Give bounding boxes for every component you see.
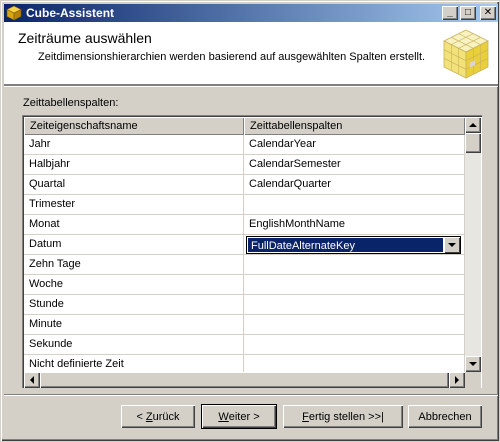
property-name-cell[interactable]: Trimester	[24, 195, 244, 215]
horizontal-scrollbar[interactable]	[24, 372, 465, 388]
table-column-cell[interactable]	[244, 355, 465, 372]
time-columns-grid[interactable]: Zeiteigenschaftsname Zeittabellenspalten…	[22, 115, 482, 388]
arrow-up-icon	[469, 122, 477, 127]
dropdown-selected-value: FullDateAlternateKey	[248, 238, 443, 252]
table-row[interactable]: Sekunde	[24, 335, 465, 355]
table-column-cell[interactable]: FullDateAlternateKey	[244, 235, 465, 255]
table-row[interactable]: Nicht definierte Zeit	[24, 355, 465, 372]
cube-icon	[6, 5, 22, 21]
scroll-left-button[interactable]	[24, 372, 40, 388]
table-column-cell[interactable]	[244, 275, 465, 295]
table-column-cell[interactable]	[244, 315, 465, 335]
property-name-cell[interactable]: Monat	[24, 215, 244, 235]
property-name-cell[interactable]: Halbjahr	[24, 155, 244, 175]
arrow-right-icon	[454, 376, 459, 384]
close-button[interactable]: ✕	[480, 6, 496, 20]
table-column-cell[interactable]: CalendarSemester	[244, 155, 465, 175]
maximize-button[interactable]: □	[460, 6, 476, 20]
wizard-header: Zeiträume auswählen Zeitdimensionshierar…	[4, 22, 498, 85]
cube-grid-icon	[443, 29, 489, 79]
dropdown-button[interactable]	[444, 237, 460, 253]
finish-button-accel: F	[302, 410, 309, 423]
property-name-cell[interactable]: Datum	[24, 235, 244, 255]
table-column-cell[interactable]: EnglishMonthName	[244, 215, 465, 235]
next-button-label: eiter >	[228, 410, 260, 423]
table-column-cell[interactable]: CalendarYear	[244, 135, 465, 155]
grid-body: Zeiteigenschaftsname Zeittabellenspalten…	[24, 117, 465, 372]
back-button-accel: Z	[145, 410, 153, 423]
table-row[interactable]: Quartal CalendarQuarter	[24, 175, 465, 195]
title-bar[interactable]: Cube-Assistent _ □ ✕	[4, 4, 498, 22]
page-title: Zeiträume auswählen	[18, 30, 152, 46]
grid-label: Zeittabellenspalten:	[23, 97, 119, 109]
header-separator	[4, 85, 498, 87]
window-title: Cube-Assistent	[26, 6, 115, 20]
footer-separator	[4, 394, 498, 396]
table-row[interactable]: Stunde	[24, 295, 465, 315]
page-subtitle: Zeitdimensionshierarchien werden basiere…	[38, 51, 426, 63]
column-header-property-name[interactable]: Zeiteigenschaftsname	[24, 117, 244, 135]
table-row[interactable]: Jahr CalendarYear	[24, 135, 465, 155]
table-column-cell[interactable]	[244, 335, 465, 355]
wizard-window: Cube-Assistent _ □ ✕ Zeiträume auswählen…	[0, 0, 500, 442]
table-row[interactable]: Woche	[24, 275, 465, 295]
table-row[interactable]: Zehn Tage	[24, 255, 465, 275]
scrollbar-corner	[465, 372, 481, 388]
arrow-down-icon	[469, 361, 477, 366]
chevron-down-icon	[448, 242, 456, 247]
close-icon: ✕	[483, 7, 493, 18]
scroll-up-button[interactable]	[465, 117, 481, 133]
property-name-cell[interactable]: Jahr	[24, 135, 244, 155]
grid-header: Zeiteigenschaftsname Zeittabellenspalten	[24, 117, 465, 135]
minimize-icon: _	[447, 7, 453, 18]
back-button[interactable]: < Zurück	[121, 405, 195, 428]
scroll-down-button[interactable]	[465, 356, 481, 372]
next-button-accel: W	[218, 410, 229, 423]
property-name-cell[interactable]: Minute	[24, 315, 244, 335]
arrow-left-icon	[29, 376, 34, 384]
next-button[interactable]: Weiter >	[202, 405, 276, 428]
property-name-cell[interactable]: Nicht definierte Zeit	[24, 355, 244, 372]
property-name-cell[interactable]: Zehn Tage	[24, 255, 244, 275]
table-row[interactable]: Trimester	[24, 195, 465, 215]
vertical-scrollbar[interactable]	[465, 117, 481, 372]
property-name-cell[interactable]: Sekunde	[24, 335, 244, 355]
finish-button-label: ertig stellen >>|	[308, 410, 384, 423]
back-button-prefix: <	[136, 410, 146, 423]
table-column-cell[interactable]	[244, 195, 465, 215]
scroll-right-button[interactable]	[449, 372, 465, 388]
property-name-cell[interactable]: Stunde	[24, 295, 244, 315]
table-row[interactable]: Datum FullDateAlternateKey	[24, 235, 465, 255]
vertical-scroll-thumb[interactable]	[465, 133, 481, 153]
finish-button[interactable]: Fertig stellen >>|	[283, 405, 403, 428]
table-column-dropdown[interactable]: FullDateAlternateKey	[246, 236, 461, 254]
minimize-button[interactable]: _	[442, 6, 458, 20]
table-row[interactable]: Monat EnglishMonthName	[24, 215, 465, 235]
property-name-cell[interactable]: Quartal	[24, 175, 244, 195]
table-column-cell[interactable]	[244, 295, 465, 315]
property-name-cell[interactable]: Woche	[24, 275, 244, 295]
horizontal-scroll-thumb[interactable]	[40, 372, 449, 388]
cancel-button[interactable]: Abbrechen	[408, 405, 482, 428]
table-row[interactable]: Minute	[24, 315, 465, 335]
back-button-label: urück	[152, 410, 180, 423]
column-header-table-column[interactable]: Zeittabellenspalten	[244, 117, 465, 135]
table-column-cell[interactable]: CalendarQuarter	[244, 175, 465, 195]
table-row[interactable]: Halbjahr CalendarSemester	[24, 155, 465, 175]
maximize-icon: □	[464, 7, 472, 18]
table-column-cell[interactable]	[244, 255, 465, 275]
